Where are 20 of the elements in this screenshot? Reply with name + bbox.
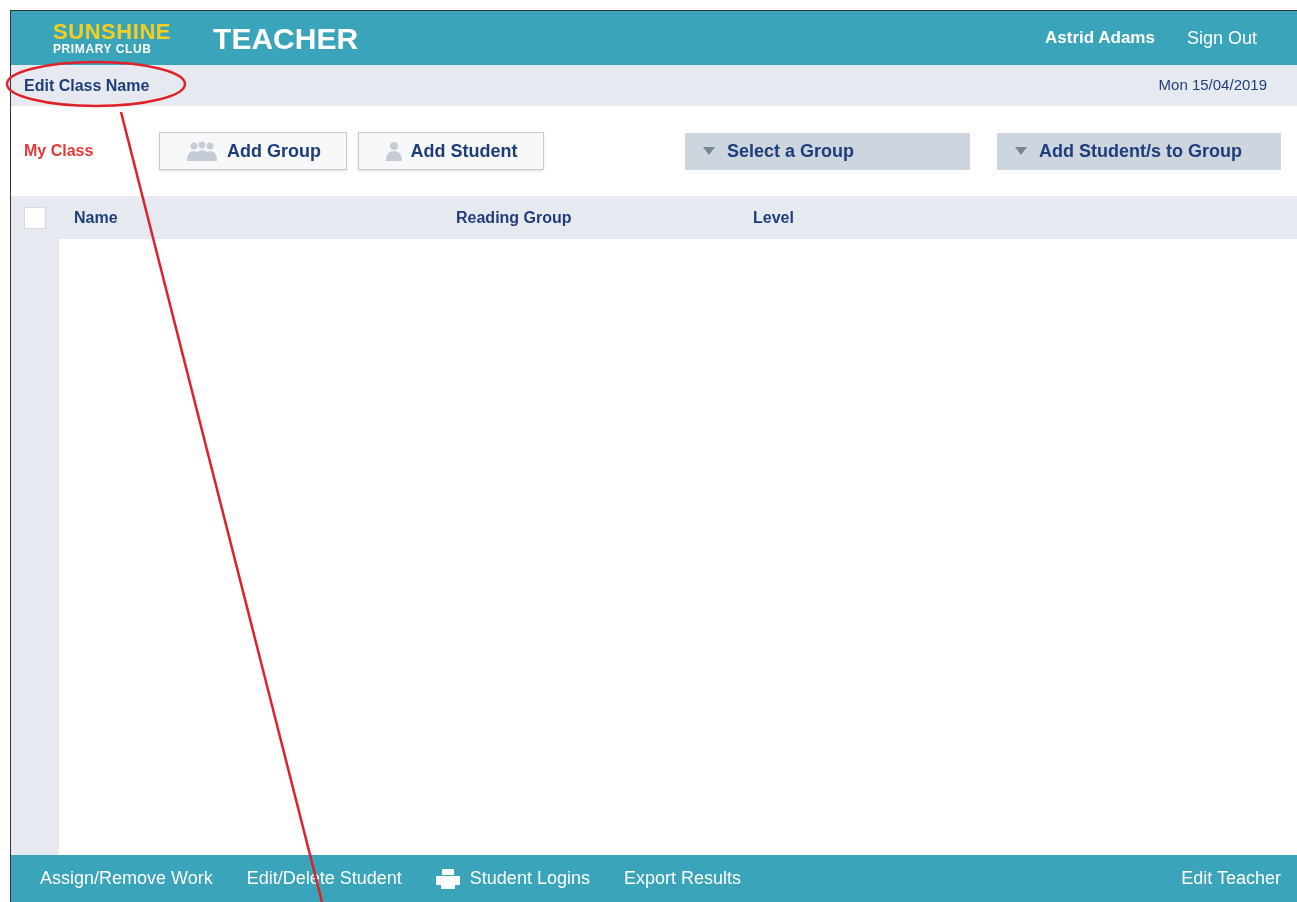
column-header[interactable]: Level [753,208,794,226]
date-text: Mon 15/04/2019 [1158,75,1267,96]
user-name: Astrid Adams [1045,27,1155,50]
column-header[interactable]: Name [74,208,118,226]
add-button[interactable]: Add Student [358,132,544,170]
class-label: My Class [24,141,95,161]
people-icon [185,141,219,161]
caret-icon [703,147,715,155]
caret-icon [1015,147,1027,155]
edit-class-name-link[interactable]: Edit Class Name [24,73,150,98]
printer-icon [435,868,460,889]
person-icon [384,141,403,161]
logo-subtitle: PRIMARY CLUB [53,43,153,55]
column-header[interactable]: Reading Group [456,208,572,226]
select-all-checkbox[interactable] [24,206,46,229]
add-button[interactable]: Add Group [159,132,347,170]
dropdown[interactable]: Select a Group [685,132,970,170]
dropdown[interactable]: Add Student/s to Group [997,132,1281,170]
page-title: TEACHER [213,20,359,57]
logo-title: SUNSHINE [53,21,172,43]
